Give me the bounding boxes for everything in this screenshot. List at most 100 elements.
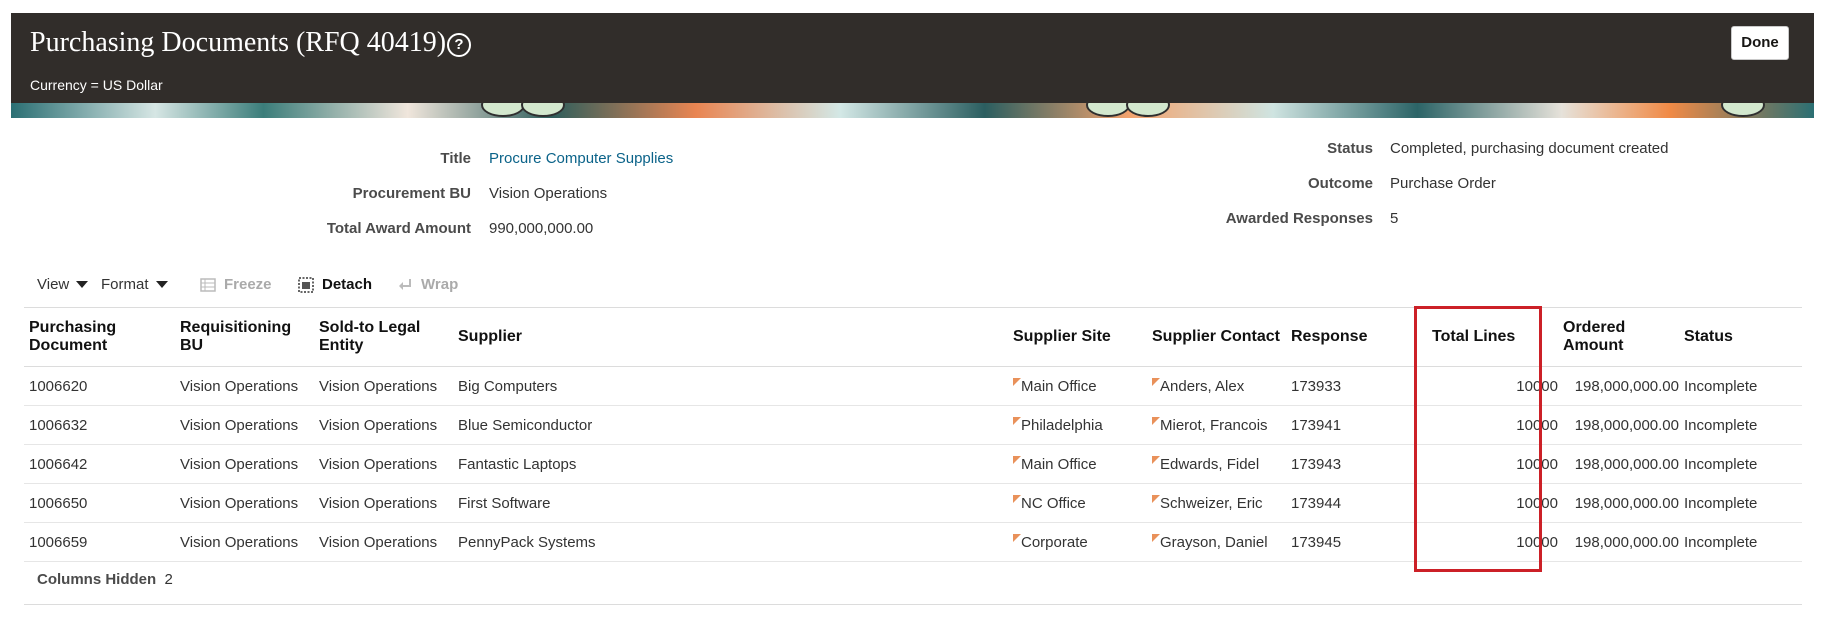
- supplier-site-value: Corporate: [1021, 533, 1088, 551]
- divider: [24, 604, 1802, 605]
- col-supplier-contact[interactable]: Supplier Contact: [1147, 307, 1286, 367]
- response-link[interactable]: 173943: [1286, 444, 1427, 484]
- col-requisitioning-bu[interactable]: Requisitioning BU: [175, 307, 314, 367]
- ordered-amount-cell: 198,000,000.00: [1558, 366, 1679, 406]
- wrap-button[interactable]: Wrap: [397, 276, 458, 293]
- status-cell: Incomplete: [1679, 444, 1802, 484]
- supplier-site-cell: Main Office: [1008, 444, 1147, 484]
- purchasing-document-link[interactable]: 1006659: [24, 522, 175, 562]
- columns-hidden-indicator: Columns Hidden 2: [37, 571, 173, 588]
- flag-icon: [1013, 494, 1021, 503]
- flag-icon: [1152, 494, 1160, 503]
- flag-icon: [1013, 416, 1021, 425]
- requisitioning-bu-cell: Vision Operations: [175, 444, 314, 484]
- purchasing-document-link[interactable]: 1006650: [24, 483, 175, 523]
- view-label: View: [37, 276, 70, 293]
- table-row[interactable]: 1006632 Vision Operations Vision Operati…: [24, 405, 1802, 445]
- procurement-bu-value: Vision Operations: [489, 185, 608, 202]
- supplier-site-cell: Main Office: [1008, 366, 1147, 406]
- sold-to-legal-entity-cell: Vision Operations: [314, 522, 453, 562]
- status-cell: Incomplete: [1679, 366, 1802, 406]
- page-header: Purchasing Documents (RFQ 40419) ? Curre…: [11, 13, 1814, 103]
- status-cell: Incomplete: [1679, 522, 1802, 562]
- awarded-responses-label: Awarded Responses: [1225, 210, 1373, 227]
- sold-to-legal-entity-cell: Vision Operations: [314, 405, 453, 445]
- col-purchasing-document[interactable]: Purchasing Document: [24, 307, 175, 367]
- done-button[interactable]: Done: [1731, 26, 1789, 60]
- purchasing-document-link[interactable]: 1006642: [24, 444, 175, 484]
- table-row[interactable]: 1006659 Vision Operations Vision Operati…: [24, 522, 1802, 562]
- total-lines-cell: 10000: [1427, 483, 1558, 523]
- supplier-contact-value: Schweizer, Eric: [1160, 494, 1263, 512]
- freeze-label: Freeze: [224, 276, 272, 293]
- detach-icon: [298, 276, 314, 293]
- page-title: Purchasing Documents (RFQ 40419): [30, 27, 447, 58]
- table-row[interactable]: 1006650 Vision Operations Vision Operati…: [24, 483, 1802, 523]
- format-menu[interactable]: Format: [101, 276, 168, 293]
- detach-label: Detach: [322, 276, 373, 293]
- freeze-button[interactable]: Freeze: [200, 276, 272, 293]
- response-link[interactable]: 173933: [1286, 366, 1427, 406]
- col-supplier-site[interactable]: Supplier Site: [1008, 307, 1147, 367]
- flag-icon: [1152, 533, 1160, 542]
- supplier-contact-value: Edwards, Fidel: [1160, 455, 1260, 473]
- supplier-contact-value: Mierot, Francois: [1160, 416, 1268, 434]
- total-lines-cell: 10000: [1427, 522, 1558, 562]
- detach-button[interactable]: Detach: [298, 276, 372, 293]
- requisitioning-bu-cell: Vision Operations: [175, 483, 314, 523]
- decorative-banner: [11, 103, 1814, 118]
- col-sold-to-legal-entity[interactable]: Sold-to Legal Entity: [314, 307, 453, 367]
- supplier-contact-cell: Schweizer, Eric: [1147, 483, 1286, 523]
- col-status[interactable]: Status: [1679, 307, 1802, 367]
- purchasing-document-link[interactable]: 1006632: [24, 405, 175, 445]
- columns-hidden-label: Columns Hidden: [37, 571, 157, 588]
- col-ordered-amount[interactable]: Ordered Amount: [1558, 307, 1679, 367]
- ordered-amount-cell: 198,000,000.00: [1558, 444, 1679, 484]
- supplier-site-value: Main Office: [1021, 377, 1097, 395]
- title-label: Title: [440, 150, 471, 167]
- table-row[interactable]: 1006642 Vision Operations Vision Operati…: [24, 444, 1802, 484]
- response-link[interactable]: 173941: [1286, 405, 1427, 445]
- format-label: Format: [101, 276, 149, 293]
- total-award-amount-value: 990,000,000.00: [489, 220, 594, 237]
- status-cell: Incomplete: [1679, 405, 1802, 445]
- purchasing-document-link[interactable]: 1006620: [24, 366, 175, 406]
- col-total-lines[interactable]: Total Lines: [1427, 307, 1558, 367]
- supplier-site-cell: NC Office: [1008, 483, 1147, 523]
- supplier-contact-value: Anders, Alex: [1160, 377, 1245, 395]
- supplier-contact-cell: Grayson, Daniel: [1147, 522, 1286, 562]
- view-menu[interactable]: View: [37, 276, 89, 293]
- outcome-label: Outcome: [1307, 175, 1373, 192]
- supplier-site-value: NC Office: [1021, 494, 1086, 512]
- columns-hidden-count: 2: [164, 571, 173, 588]
- supplier-link[interactable]: Blue Semiconductor: [453, 405, 1008, 445]
- wrap-icon: [399, 278, 411, 290]
- awarded-responses-value: 5: [1390, 210, 1399, 227]
- title-value-link[interactable]: Procure Computer Supplies: [489, 150, 673, 167]
- outcome-value: Purchase Order: [1390, 175, 1496, 192]
- col-supplier[interactable]: Supplier: [453, 307, 1008, 367]
- response-link[interactable]: 173944: [1286, 483, 1427, 523]
- flag-icon: [1013, 533, 1021, 542]
- supplier-link[interactable]: First Software: [453, 483, 1008, 523]
- col-response[interactable]: Response: [1286, 307, 1427, 367]
- wrap-label: Wrap: [421, 276, 459, 293]
- currency-label: Currency = US Dollar: [30, 77, 163, 93]
- sold-to-legal-entity-cell: Vision Operations: [314, 483, 453, 523]
- supplier-site-cell: Corporate: [1008, 522, 1147, 562]
- total-lines-cell: 10000: [1427, 444, 1558, 484]
- supplier-link[interactable]: Fantastic Laptops: [453, 444, 1008, 484]
- supplier-link[interactable]: PennyPack Systems: [453, 522, 1008, 562]
- requisitioning-bu-cell: Vision Operations: [175, 405, 314, 445]
- sold-to-legal-entity-cell: Vision Operations: [314, 444, 453, 484]
- table-row[interactable]: 1006620 Vision Operations Vision Operati…: [24, 366, 1802, 406]
- response-link[interactable]: 173945: [1286, 522, 1427, 562]
- help-icon[interactable]: ?: [447, 33, 471, 57]
- supplier-contact-value: Grayson, Daniel: [1160, 533, 1268, 551]
- flag-icon: [1152, 416, 1160, 425]
- total-lines-cell: 10000: [1427, 366, 1558, 406]
- flag-icon: [1013, 377, 1021, 386]
- purchasing-documents-table: Purchasing Document Requisitioning BU So…: [24, 307, 1802, 562]
- flag-icon: [1152, 455, 1160, 464]
- supplier-link[interactable]: Big Computers: [453, 366, 1008, 406]
